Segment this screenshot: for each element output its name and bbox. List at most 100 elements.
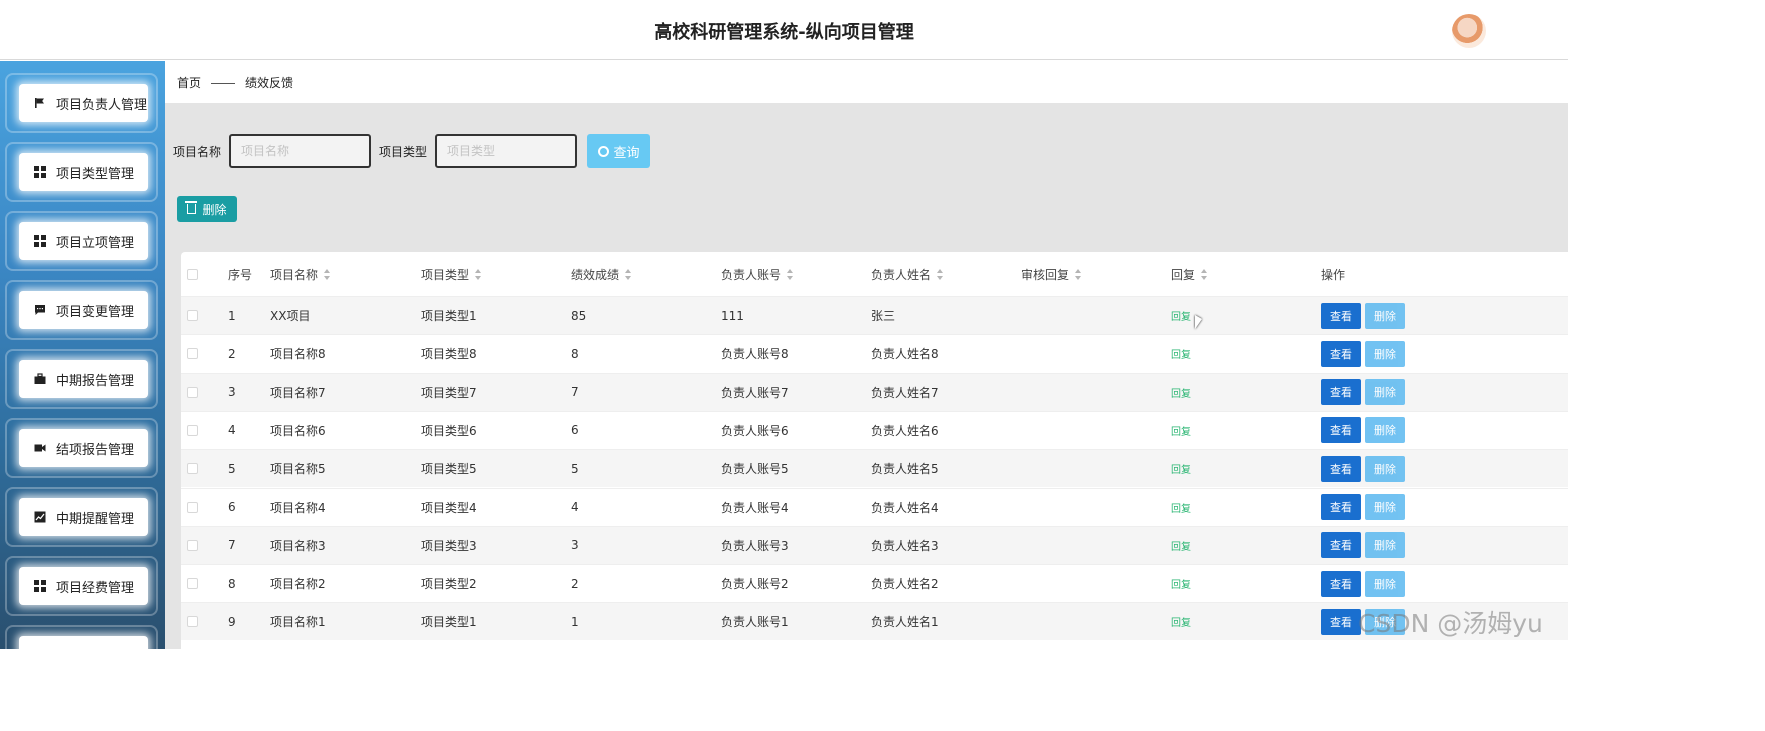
sidebar-button[interactable]: 项目经费管理 xyxy=(19,567,148,605)
sort-icon[interactable] xyxy=(625,268,632,280)
sidebar-item-project-funds[interactable]: 项目经费管理 xyxy=(5,556,158,616)
sidebar-button[interactable]: 项目变更管理 xyxy=(19,291,148,329)
sidebar-item-final-report[interactable]: 结项报告管理 xyxy=(5,418,158,478)
row-checkbox[interactable] xyxy=(187,348,198,360)
cell-project-type: 项目类型6 xyxy=(421,423,477,438)
row-checkbox[interactable] xyxy=(187,424,198,436)
table-row[interactable]: 6 项目名称4 项目类型4 4 负责人账号4 负责人姓名4 回复 查看 删除 xyxy=(181,487,1568,526)
view-button[interactable]: 查看 xyxy=(1321,532,1361,559)
project-type-input[interactable] xyxy=(435,134,578,168)
table-row[interactable]: 4 项目名称6 项目类型6 6 负责人账号6 负责人姓名6 回复 查看 删除 xyxy=(181,410,1568,449)
column-header-type[interactable]: 项目类型 xyxy=(421,252,482,296)
reply-link[interactable]: 回复 xyxy=(1171,527,1191,564)
row-checkbox[interactable] xyxy=(187,539,198,551)
cell-person: 负责人姓名2 xyxy=(871,577,939,592)
table-row[interactable]: 1 XX项目 项目类型1 85 111 张三 回复 查看 删除 xyxy=(181,296,1568,334)
cell-score: 4 xyxy=(571,500,579,514)
grid-icon xyxy=(34,580,46,592)
view-button[interactable]: 查看 xyxy=(1321,340,1361,367)
cell-person: 张三 xyxy=(871,309,896,323)
column-header-review[interactable]: 审核回复 xyxy=(1021,252,1082,296)
column-header-score[interactable]: 绩效成绩 xyxy=(571,252,632,296)
row-checkbox[interactable] xyxy=(187,463,198,475)
sidebar-button[interactable]: 中期报告管理 xyxy=(19,360,148,398)
reply-link[interactable]: 回复 xyxy=(1171,450,1191,487)
view-button[interactable]: 查看 xyxy=(1321,379,1361,406)
table-row[interactable]: 8 项目名称2 项目类型2 2 负责人账号2 负责人姓名2 回复 查看 删除 xyxy=(181,564,1568,602)
delete-button[interactable]: 删除 xyxy=(1365,417,1405,444)
table-row[interactable]: 7 项目名称3 项目类型3 3 负责人账号3 负责人姓名3 回复 查看 删除 xyxy=(181,525,1568,564)
sidebar-item-project-leader[interactable]: 项目负责人管理 xyxy=(5,73,158,133)
sidebar-item-label: 项目类型管理 xyxy=(56,166,135,182)
sidebar-button[interactable]: 项目类型管理 xyxy=(19,153,148,191)
select-all-checkbox[interactable] xyxy=(187,268,198,280)
sidebar-item-project-type[interactable]: 项目类型管理 xyxy=(5,142,158,202)
sidebar-item-more[interactable] xyxy=(5,625,158,649)
row-checkbox[interactable] xyxy=(187,616,198,628)
table-row[interactable]: 2 项目名称8 项目类型8 8 负责人账号8 负责人姓名8 回复 查看 删除 xyxy=(181,334,1568,372)
sidebar-item-project-change[interactable]: 项目变更管理 xyxy=(5,280,158,340)
sidebar-button[interactable]: 结项报告管理 xyxy=(19,429,148,467)
sidebar-item-midterm-reminder[interactable]: 中期提醒管理 xyxy=(5,487,158,547)
table-row[interactable]: 3 项目名称7 项目类型7 7 负责人账号7 负责人姓名7 回复 查看 删除 xyxy=(181,372,1568,411)
cell-score: 85 xyxy=(571,308,587,323)
delete-button[interactable]: 删除 xyxy=(1365,494,1405,520)
reply-link[interactable]: 回复 xyxy=(1171,603,1191,640)
reply-link[interactable]: 回复 xyxy=(1171,565,1191,602)
reply-link[interactable]: 回复 xyxy=(1171,297,1191,334)
sidebar-button[interactable] xyxy=(19,636,148,649)
query-button-label: 查询 xyxy=(613,145,640,161)
project-name-input[interactable] xyxy=(229,134,372,168)
row-checkbox[interactable] xyxy=(187,501,198,513)
sidebar-button[interactable]: 项目立项管理 xyxy=(19,222,148,260)
sort-icon[interactable] xyxy=(475,268,482,280)
reply-link[interactable]: 回复 xyxy=(1171,374,1191,411)
query-button[interactable]: 查询 xyxy=(587,134,651,168)
app-title: 高校科研管理系统-纵向项目管理 xyxy=(654,22,914,43)
row-checkbox[interactable] xyxy=(187,578,198,590)
row-checkbox[interactable] xyxy=(187,310,198,321)
view-button[interactable]: 查看 xyxy=(1321,455,1361,482)
sidebar-button[interactable]: 项目负责人管理 xyxy=(19,84,148,122)
column-header-name[interactable]: 项目名称 xyxy=(270,252,331,296)
sidebar-button[interactable]: 中期提醒管理 xyxy=(19,498,148,536)
sidebar-item-label: 中期提醒管理 xyxy=(56,511,135,527)
delete-button[interactable]: 删除 xyxy=(1365,379,1405,406)
view-button[interactable]: 查看 xyxy=(1321,608,1361,635)
delete-button[interactable]: 删除 xyxy=(1365,532,1405,559)
view-button[interactable]: 查看 xyxy=(1321,570,1361,597)
cell-project-type: 项目类型1 xyxy=(421,309,477,323)
project-name-label: 项目名称 xyxy=(173,144,222,159)
column-header-account[interactable]: 负责人账号 xyxy=(721,252,794,296)
view-button[interactable]: 查看 xyxy=(1321,494,1361,520)
delete-button[interactable]: 删除 xyxy=(1365,340,1405,367)
sidebar: 项目负责人管理 项目类型管理 项目立项管理 项目变更管理 中期报告管理 结项报告… xyxy=(0,61,165,649)
row-actions: 查看 删除 xyxy=(1321,527,1405,564)
reply-link[interactable]: 回复 xyxy=(1171,489,1191,526)
column-header-reply[interactable]: 回复 xyxy=(1171,252,1208,296)
cell-project-name: 项目名称4 xyxy=(270,500,326,515)
sort-icon[interactable] xyxy=(1201,268,1208,280)
reply-link[interactable]: 回复 xyxy=(1171,335,1191,372)
delete-button[interactable]: 删除 xyxy=(1365,455,1405,482)
breadcrumb-home[interactable]: 首页 xyxy=(177,76,201,90)
sort-icon[interactable] xyxy=(1075,268,1082,280)
reply-link[interactable]: 回复 xyxy=(1171,412,1191,449)
delete-button[interactable]: 删除 xyxy=(1365,570,1405,597)
cell-project-type: 项目类型2 xyxy=(421,577,477,592)
row-checkbox[interactable] xyxy=(187,386,198,398)
user-avatar[interactable] xyxy=(1452,14,1486,48)
cell-project-name: XX项目 xyxy=(270,309,311,323)
view-button[interactable]: 查看 xyxy=(1321,302,1361,329)
sort-icon[interactable] xyxy=(787,268,794,280)
table-row[interactable]: 5 项目名称5 项目类型5 5 负责人账号5 负责人姓名5 回复 查看 删除 xyxy=(181,449,1568,488)
video-icon xyxy=(34,442,46,454)
sidebar-item-project-approval[interactable]: 项目立项管理 xyxy=(5,211,158,271)
sort-icon[interactable] xyxy=(324,268,331,280)
view-button[interactable]: 查看 xyxy=(1321,417,1361,444)
bulk-delete-button[interactable]: 删除 xyxy=(177,196,237,222)
column-header-person[interactable]: 负责人姓名 xyxy=(871,252,944,296)
sidebar-item-midterm-report[interactable]: 中期报告管理 xyxy=(5,349,158,409)
delete-button[interactable]: 删除 xyxy=(1365,302,1405,329)
sort-icon[interactable] xyxy=(937,268,944,280)
